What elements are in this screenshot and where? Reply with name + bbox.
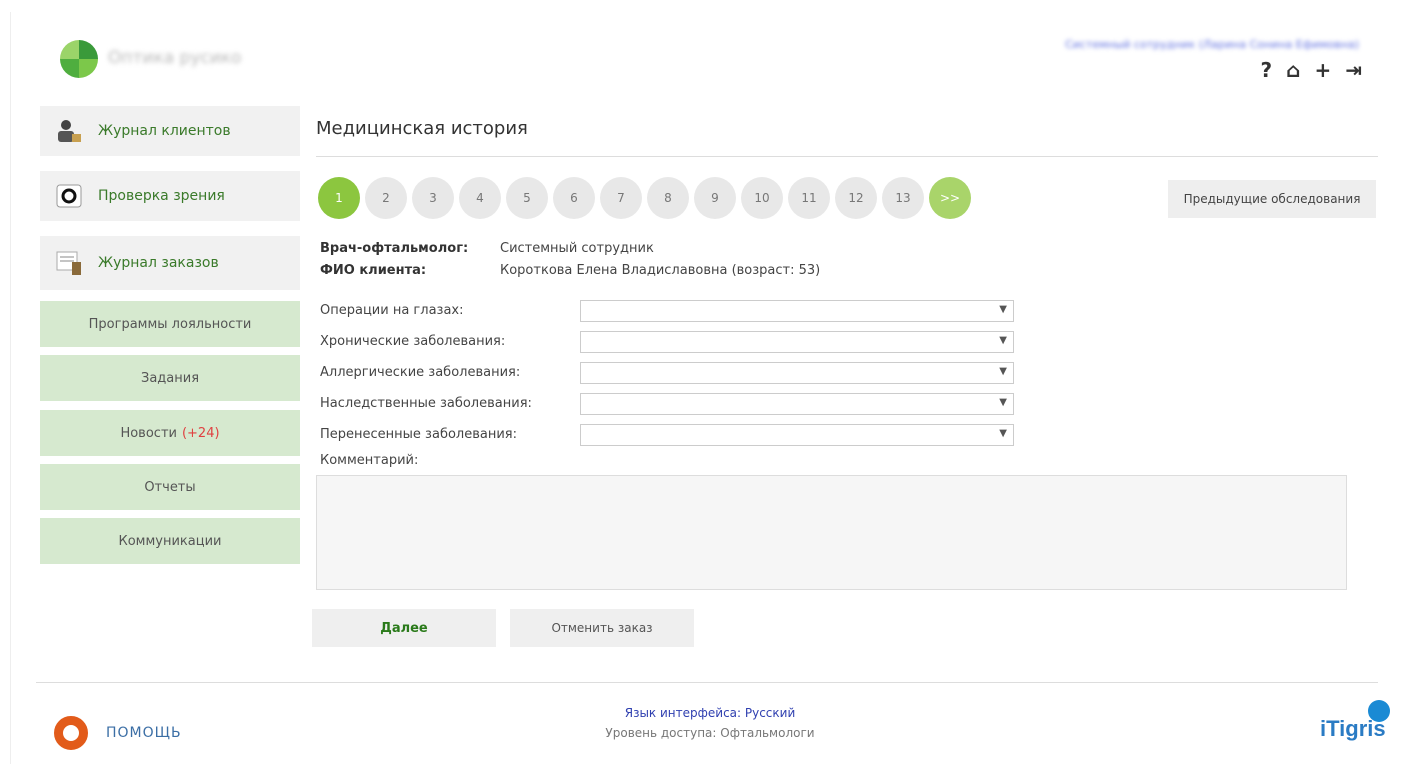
past-diseases-select[interactable]: ▼ bbox=[580, 424, 1014, 446]
sidebar-item-label: Проверка зрения bbox=[98, 188, 225, 204]
chevron-down-icon: ▼ bbox=[999, 335, 1007, 346]
sidebar-item-eye-exam[interactable]: Проверка зрения bbox=[40, 171, 300, 221]
hereditary-diseases-select[interactable]: ▼ bbox=[580, 393, 1014, 415]
eye-exam-icon bbox=[56, 183, 82, 209]
cancel-order-button[interactable]: Отменить заказ bbox=[510, 609, 694, 647]
client-label: ФИО клиента: bbox=[320, 263, 427, 278]
eye-operations-select[interactable]: ▼ bbox=[580, 300, 1014, 322]
logout-icon[interactable]: ⇥ bbox=[1345, 58, 1362, 82]
page-title: Медицинская история bbox=[316, 118, 528, 139]
divider bbox=[316, 156, 1378, 157]
field-label: Аллергические заболевания: bbox=[320, 365, 521, 380]
step-4[interactable]: 4 bbox=[459, 177, 501, 219]
lifebuoy-icon bbox=[54, 716, 88, 750]
sidebar-item-label: Новости bbox=[120, 425, 177, 441]
help-label: ПОМОЩЬ bbox=[106, 725, 182, 741]
news-count-badge: (+24) bbox=[181, 425, 220, 441]
order-journal-icon bbox=[56, 250, 82, 276]
brand-logo-icon[interactable] bbox=[60, 40, 98, 78]
step-1[interactable]: 1 bbox=[318, 177, 360, 219]
home-icon[interactable]: ⌂ bbox=[1286, 58, 1300, 82]
brand-name[interactable]: Оптика русико bbox=[108, 48, 308, 68]
sidebar-item-order-journal[interactable]: Журнал заказов bbox=[40, 236, 300, 290]
step-5[interactable]: 5 bbox=[506, 177, 548, 219]
allergic-diseases-select[interactable]: ▼ bbox=[580, 362, 1014, 384]
step-next-button[interactable]: >> bbox=[929, 177, 971, 219]
doctor-value: Системный сотрудник bbox=[500, 241, 654, 256]
chevron-down-icon: ▼ bbox=[999, 397, 1007, 408]
step-13[interactable]: 13 bbox=[882, 177, 924, 219]
sidebar-item-news[interactable]: Новости (+24) bbox=[40, 410, 300, 456]
step-6[interactable]: 6 bbox=[553, 177, 595, 219]
help-link[interactable]: ПОМОЩЬ bbox=[54, 716, 182, 750]
comment-textarea[interactable] bbox=[316, 475, 1347, 590]
interface-language-link[interactable]: Язык интерфейса: Русский bbox=[560, 706, 860, 720]
field-label: Хронические заболевания: bbox=[320, 334, 506, 349]
chevron-down-icon: ▼ bbox=[999, 366, 1007, 377]
client-row: ФИО клиента: Короткова Елена Владиславовн… bbox=[320, 263, 820, 278]
step-12[interactable]: 12 bbox=[835, 177, 877, 219]
sidebar-item-label: Программы лояльности bbox=[88, 316, 252, 332]
sidebar-item-label: Журнал клиентов bbox=[98, 123, 231, 139]
previous-exams-button[interactable]: Предыдущие обследования bbox=[1168, 180, 1376, 218]
sidebar-item-tasks[interactable]: Задания bbox=[40, 355, 300, 401]
sidebar-item-label: Задания bbox=[140, 370, 200, 386]
step-11[interactable]: 11 bbox=[788, 177, 830, 219]
comment-label: Комментарий: bbox=[320, 453, 419, 468]
step-2[interactable]: 2 bbox=[365, 177, 407, 219]
doctor-row: Врач-офтальмолог: Системный сотрудник bbox=[320, 241, 654, 256]
header-toolbar: ? ⌂ + ⇥ bbox=[1261, 58, 1362, 82]
help-icon[interactable]: ? bbox=[1261, 58, 1273, 82]
sidebar-item-communications[interactable]: Коммуникации bbox=[40, 518, 300, 564]
step-9[interactable]: 9 bbox=[694, 177, 736, 219]
chevron-down-icon: ▼ bbox=[999, 428, 1007, 439]
next-button[interactable]: Далее bbox=[312, 609, 496, 647]
client-value: Короткова Елена Владиславовна (возраст: … bbox=[500, 263, 821, 278]
add-icon[interactable]: + bbox=[1314, 58, 1331, 82]
step-7[interactable]: 7 bbox=[600, 177, 642, 219]
access-level: Уровень доступа: Офтальмологи bbox=[605, 726, 815, 740]
sidebar-item-label: Коммуникации bbox=[118, 533, 222, 549]
client-journal-icon bbox=[56, 118, 82, 144]
chronic-diseases-select[interactable]: ▼ bbox=[580, 331, 1014, 353]
sidebar-item-loyalty[interactable]: Программы лояльности bbox=[40, 301, 300, 347]
step-8[interactable]: 8 bbox=[647, 177, 689, 219]
field-label: Наследственные заболевания: bbox=[320, 396, 532, 411]
footer-divider bbox=[36, 682, 1378, 683]
step-10[interactable]: 10 bbox=[741, 177, 783, 219]
current-user-link[interactable]: Системный сотрудник (Ларина Сонина Ефимо… bbox=[1065, 38, 1359, 51]
sidebar-item-reports[interactable]: Отчеты bbox=[40, 464, 300, 510]
sidebar-item-label: Журнал заказов bbox=[98, 255, 219, 271]
field-label: Перенесенные заболевания: bbox=[320, 427, 517, 442]
step-3[interactable]: 3 bbox=[412, 177, 454, 219]
itigris-logo[interactable]: iTigris bbox=[1320, 716, 1386, 742]
field-label: Операции на глазах: bbox=[320, 303, 464, 318]
step-navigation: 1 2 3 4 5 6 7 8 9 10 11 12 13 >> bbox=[318, 177, 971, 219]
sidebar-item-client-journal[interactable]: Журнал клиентов bbox=[40, 106, 300, 156]
sidebar-item-label: Отчеты bbox=[144, 479, 196, 495]
chevron-down-icon: ▼ bbox=[999, 304, 1007, 315]
doctor-label: Врач-офтальмолог: bbox=[320, 241, 469, 256]
